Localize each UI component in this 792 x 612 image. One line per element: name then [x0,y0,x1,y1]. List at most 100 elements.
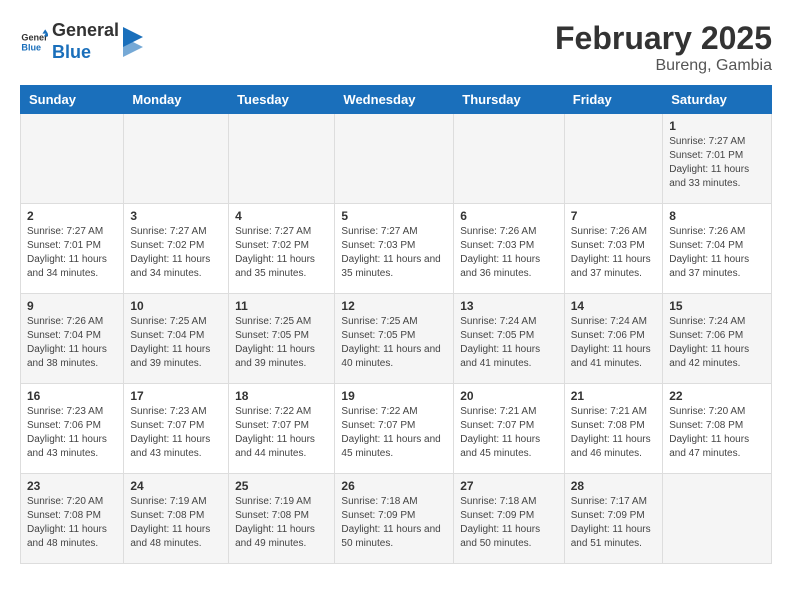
day-number: 11 [235,299,328,313]
header-tuesday: Tuesday [229,86,335,114]
calendar-cell: 12 Sunrise: 7:25 AM Sunset: 7:05 PM Dayli… [335,294,454,384]
calendar-cell: 28 Sunrise: 7:17 AM Sunset: 7:09 PM Dayli… [564,474,662,564]
logo-arrow-icon [123,27,143,57]
day-number: 22 [669,389,765,403]
day-info: Sunrise: 7:24 AM Sunset: 7:05 PM Dayligh… [460,315,558,371]
day-number: 3 [130,209,222,223]
day-number: 5 [341,209,447,223]
day-info: Sunrise: 7:27 AM Sunset: 7:02 PM Dayligh… [235,225,328,281]
calendar-title: February 2025 [555,20,772,57]
calendar-week-row: 16Sunrise: 7:23 AM Sunset: 7:06 PM Dayli… [21,384,772,474]
day-info: Sunrise: 7:26 AM Sunset: 7:04 PM Dayligh… [27,315,117,371]
calendar-table: SundayMondayTuesdayWednesdayThursdayFrid… [20,85,772,564]
day-number: 25 [235,479,328,493]
calendar-cell [229,114,335,204]
calendar-cell: 23Sunrise: 7:20 AM Sunset: 7:08 PM Dayli… [21,474,124,564]
calendar-cell: 2 Sunrise: 7:27 AM Sunset: 7:01 PM Daylig… [21,204,124,294]
calendar-cell: 9 Sunrise: 7:26 AM Sunset: 7:04 PM Daylig… [21,294,124,384]
day-info: Sunrise: 7:23 AM Sunset: 7:07 PM Dayligh… [130,405,222,461]
day-number: 27 [460,479,558,493]
day-number: 4 [235,209,328,223]
calendar-cell: 8 Sunrise: 7:26 AM Sunset: 7:04 PM Daylig… [663,204,772,294]
svg-text:General: General [21,32,48,42]
day-number: 15 [669,299,765,313]
calendar-cell: 1Sunrise: 7:27 AM Sunset: 7:01 PM Daylig… [663,114,772,204]
day-info: Sunrise: 7:26 AM Sunset: 7:04 PM Dayligh… [669,225,765,281]
calendar-week-row: 1Sunrise: 7:27 AM Sunset: 7:01 PM Daylig… [21,114,772,204]
calendar-title-block: February 2025 Bureng, Gambia [555,20,772,75]
day-info: Sunrise: 7:26 AM Sunset: 7:03 PM Dayligh… [460,225,558,281]
day-number: 19 [341,389,447,403]
day-number: 20 [460,389,558,403]
calendar-cell: 15 Sunrise: 7:24 AM Sunset: 7:06 PM Dayli… [663,294,772,384]
day-number: 9 [27,299,117,313]
day-info: Sunrise: 7:24 AM Sunset: 7:06 PM Dayligh… [669,315,765,371]
calendar-cell: 25Sunrise: 7:19 AM Sunset: 7:08 PM Dayli… [229,474,335,564]
day-number: 14 [571,299,656,313]
calendar-cell: 14 Sunrise: 7:24 AM Sunset: 7:06 PM Dayli… [564,294,662,384]
day-number: 28 [571,479,656,493]
logo-icon: General Blue [20,28,48,56]
header-sunday: Sunday [21,86,124,114]
day-number: 7 [571,209,656,223]
calendar-cell: 5 Sunrise: 7:27 AM Sunset: 7:03 PM Daylig… [335,204,454,294]
day-number: 8 [669,209,765,223]
calendar-cell: 17 Sunrise: 7:23 AM Sunset: 7:07 PM Dayli… [124,384,229,474]
calendar-cell: 10 Sunrise: 7:25 AM Sunset: 7:04 PM Dayli… [124,294,229,384]
calendar-week-row: 23Sunrise: 7:20 AM Sunset: 7:08 PM Dayli… [21,474,772,564]
day-info: Sunrise: 7:24 AM Sunset: 7:06 PM Dayligh… [571,315,656,371]
day-number: 16 [27,389,117,403]
calendar-cell [21,114,124,204]
calendar-week-row: 2 Sunrise: 7:27 AM Sunset: 7:01 PM Daylig… [21,204,772,294]
calendar-cell: 22 Sunrise: 7:20 AM Sunset: 7:08 PM Dayli… [663,384,772,474]
day-info: Sunrise: 7:27 AM Sunset: 7:02 PM Dayligh… [130,225,222,281]
calendar-cell: 24 Sunrise: 7:19 AM Sunset: 7:08 PM Dayli… [124,474,229,564]
day-info: Sunrise: 7:22 AM Sunset: 7:07 PM Dayligh… [235,405,328,461]
calendar-cell: 16Sunrise: 7:23 AM Sunset: 7:06 PM Dayli… [21,384,124,474]
calendar-cell [663,474,772,564]
day-info: Sunrise: 7:25 AM Sunset: 7:04 PM Dayligh… [130,315,222,371]
calendar-cell: 7Sunrise: 7:26 AM Sunset: 7:03 PM Daylig… [564,204,662,294]
header-saturday: Saturday [663,86,772,114]
day-number: 18 [235,389,328,403]
day-number: 2 [27,209,117,223]
day-number: 17 [130,389,222,403]
day-info: Sunrise: 7:19 AM Sunset: 7:08 PM Dayligh… [130,495,222,551]
calendar-cell: 21Sunrise: 7:21 AM Sunset: 7:08 PM Dayli… [564,384,662,474]
header-thursday: Thursday [454,86,565,114]
header-wednesday: Wednesday [335,86,454,114]
calendar-cell: 6 Sunrise: 7:26 AM Sunset: 7:03 PM Daylig… [454,204,565,294]
svg-text:Blue: Blue [21,42,41,52]
day-info: Sunrise: 7:27 AM Sunset: 7:01 PM Dayligh… [27,225,117,281]
calendar-cell: 13 Sunrise: 7:24 AM Sunset: 7:05 PM Dayli… [454,294,565,384]
calendar-cell: 26Sunrise: 7:18 AM Sunset: 7:09 PM Dayli… [335,474,454,564]
day-number: 13 [460,299,558,313]
calendar-cell: 27 Sunrise: 7:18 AM Sunset: 7:09 PM Dayli… [454,474,565,564]
header-friday: Friday [564,86,662,114]
day-number: 12 [341,299,447,313]
day-info: Sunrise: 7:27 AM Sunset: 7:03 PM Dayligh… [341,225,447,281]
header-monday: Monday [124,86,229,114]
day-number: 10 [130,299,222,313]
day-info: Sunrise: 7:18 AM Sunset: 7:09 PM Dayligh… [460,495,558,551]
logo-blue: Blue [52,42,119,64]
calendar-cell: 20 Sunrise: 7:21 AM Sunset: 7:07 PM Dayli… [454,384,565,474]
day-info: Sunrise: 7:20 AM Sunset: 7:08 PM Dayligh… [669,405,765,461]
calendar-header-row: SundayMondayTuesdayWednesdayThursdayFrid… [21,86,772,114]
day-number: 6 [460,209,558,223]
day-info: Sunrise: 7:21 AM Sunset: 7:08 PM Dayligh… [571,405,656,461]
calendar-cell [564,114,662,204]
day-info: Sunrise: 7:25 AM Sunset: 7:05 PM Dayligh… [341,315,447,371]
day-info: Sunrise: 7:27 AM Sunset: 7:01 PM Dayligh… [669,135,765,191]
day-info: Sunrise: 7:17 AM Sunset: 7:09 PM Dayligh… [571,495,656,551]
day-info: Sunrise: 7:20 AM Sunset: 7:08 PM Dayligh… [27,495,117,551]
day-info: Sunrise: 7:21 AM Sunset: 7:07 PM Dayligh… [460,405,558,461]
day-number: 24 [130,479,222,493]
logo-general: General [52,20,119,42]
page-header: General Blue General Blue February 2025 … [20,20,772,75]
logo: General Blue General Blue [20,20,143,63]
calendar-cell [124,114,229,204]
day-info: Sunrise: 7:25 AM Sunset: 7:05 PM Dayligh… [235,315,328,371]
day-info: Sunrise: 7:18 AM Sunset: 7:09 PM Dayligh… [341,495,447,551]
calendar-cell: 3 Sunrise: 7:27 AM Sunset: 7:02 PM Daylig… [124,204,229,294]
